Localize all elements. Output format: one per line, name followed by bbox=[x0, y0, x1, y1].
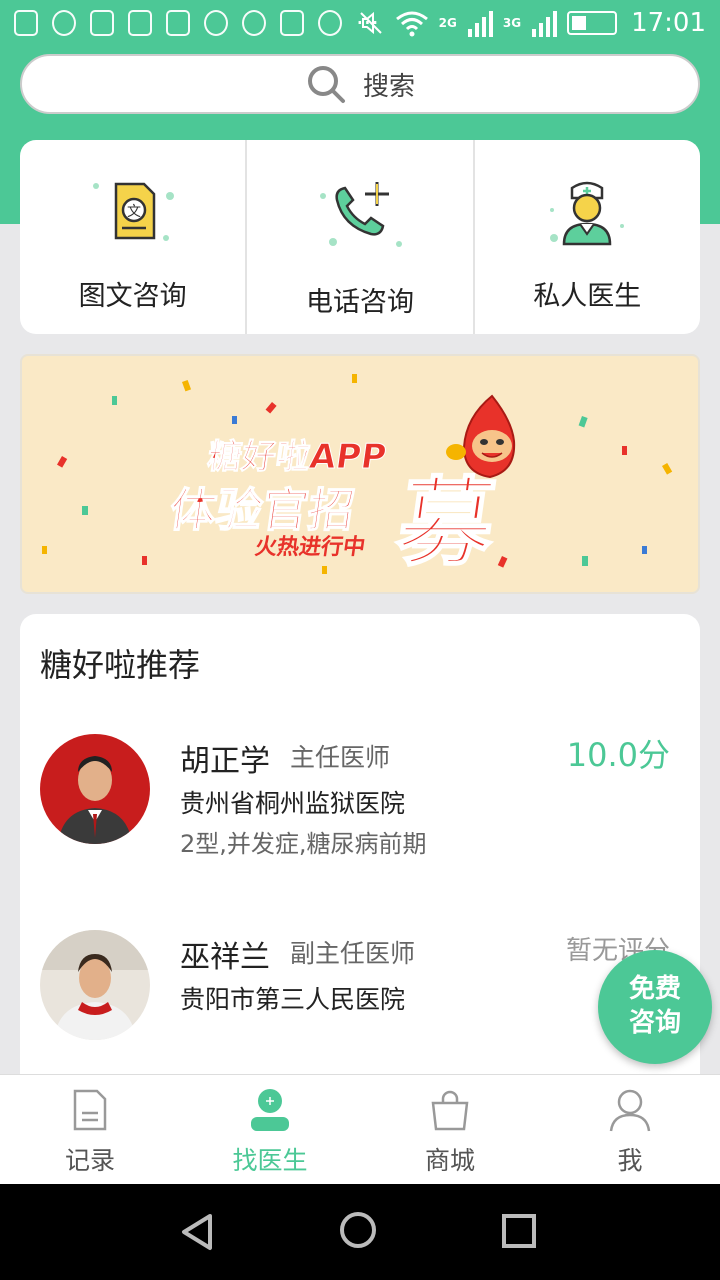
doctor-name: 胡正学 bbox=[180, 744, 270, 779]
consult-option-label: 私人医生 bbox=[533, 281, 642, 312]
tab-label: 记录 bbox=[64, 1146, 115, 1175]
consult-option-label: 图文咨询 bbox=[78, 281, 187, 312]
banner-line1: 糖好啦APP bbox=[205, 437, 389, 477]
back-icon[interactable] bbox=[178, 1212, 218, 1252]
free-consult-button[interactable]: 免费 咨询 bbox=[598, 950, 712, 1064]
tab-find-doctor[interactable]: 找医生 bbox=[180, 1075, 360, 1185]
profile-icon bbox=[609, 1089, 651, 1132]
tab-mall[interactable]: 商城 bbox=[360, 1075, 540, 1185]
tab-label: 我 bbox=[617, 1146, 643, 1175]
doctor-score: 10.0分 bbox=[566, 736, 670, 774]
doctor-list-item[interactable]: 胡正学 主任医师 10.0分 贵州省桐州监狱医院 2型,并发症,糖尿病前期 bbox=[40, 734, 680, 858]
doctor-hospital: 贵阳市第三人民医院 bbox=[180, 985, 406, 1014]
search-icon bbox=[307, 66, 345, 103]
status-time: 17:01 bbox=[631, 8, 706, 38]
system-navigation-bar bbox=[0, 1184, 720, 1280]
network-3g-label: 3G bbox=[502, 16, 522, 30]
tab-records[interactable]: 记录 bbox=[0, 1075, 180, 1185]
app-icon bbox=[280, 10, 304, 36]
notification-icon bbox=[14, 10, 38, 36]
consult-option-text[interactable]: 文 图文咨询 bbox=[20, 140, 245, 334]
banner-line3: 火热进行中 bbox=[253, 534, 367, 560]
doctor-icon bbox=[251, 1089, 289, 1131]
status-notification-icons: ··· bbox=[14, 10, 379, 36]
doctor-title: 主任医师 bbox=[290, 743, 391, 772]
notification-icon bbox=[128, 10, 152, 36]
consult-option-phone[interactable]: 电话咨询 bbox=[245, 140, 472, 334]
document-text-icon: 文 bbox=[92, 182, 174, 241]
doctor-avatar bbox=[40, 930, 150, 1040]
banner-big-char: 募 bbox=[390, 466, 503, 578]
network-2g-label: 2G bbox=[438, 16, 457, 30]
status-system-icons: 2G 3G 17:01 bbox=[357, 8, 706, 38]
notification-icon bbox=[52, 10, 76, 36]
app-icon bbox=[242, 10, 266, 36]
notification-icon bbox=[166, 10, 190, 36]
doctor-title: 副主任医师 bbox=[290, 939, 416, 968]
doctor-avatar bbox=[40, 734, 150, 844]
android-icon bbox=[204, 10, 228, 36]
free-consult-line2: 咨询 bbox=[628, 1008, 681, 1038]
usb-icon bbox=[90, 10, 114, 36]
consult-option-private-doctor[interactable]: 私人医生 bbox=[472, 140, 700, 334]
svg-text:文: 文 bbox=[127, 204, 141, 220]
bottom-tab-bar: 记录 找医生 商城 我 bbox=[0, 1074, 720, 1185]
mute-icon bbox=[359, 11, 382, 35]
record-icon bbox=[73, 1089, 107, 1131]
free-consult-line1: 免费 bbox=[628, 974, 681, 1004]
tab-label: 找医生 bbox=[232, 1146, 308, 1175]
recommend-title: 糖好啦推荐 bbox=[40, 646, 201, 684]
banner-line2: 体验官招 bbox=[167, 483, 359, 537]
home-icon[interactable] bbox=[340, 1212, 376, 1248]
consult-option-label: 电话咨询 bbox=[305, 287, 414, 318]
search-placeholder: 搜索 bbox=[362, 71, 415, 102]
signal-icon bbox=[532, 11, 558, 37]
mascot-icon bbox=[446, 394, 516, 479]
nurse-icon bbox=[550, 181, 625, 246]
signal-icon bbox=[467, 11, 493, 37]
doctor-tags: 2型,并发症,糖尿病前期 bbox=[180, 830, 427, 858]
consult-options-card: 文 图文咨询 电话咨询 私人医生 bbox=[20, 140, 700, 334]
wifi-icon bbox=[395, 11, 428, 37]
promo-banner[interactable]: 糖好啦APP 体验官招 募 火热进行中 bbox=[20, 354, 700, 594]
doctor-hospital: 贵州省桐州监狱医院 bbox=[180, 789, 406, 818]
recent-apps-icon[interactable] bbox=[502, 1214, 536, 1248]
doctor-name: 巫祥兰 bbox=[180, 940, 270, 975]
shopping-bag-icon bbox=[431, 1090, 469, 1131]
doctor-list-item[interactable]: 巫祥兰 副主任医师 暂无评分 贵阳市第三人民医院 bbox=[40, 930, 680, 1050]
search-bar[interactable]: 搜索 bbox=[20, 54, 700, 114]
phone-plus-icon bbox=[319, 182, 402, 247]
status-bar: ··· 2G 3G 17:01 bbox=[0, 0, 720, 50]
tab-label: 商城 bbox=[424, 1146, 475, 1175]
banner-artwork: 糖好啦APP 体验官招 募 火热进行中 bbox=[42, 374, 673, 580]
media-icon bbox=[318, 10, 342, 36]
battery-icon bbox=[567, 11, 618, 35]
tab-me[interactable]: 我 bbox=[540, 1075, 720, 1185]
